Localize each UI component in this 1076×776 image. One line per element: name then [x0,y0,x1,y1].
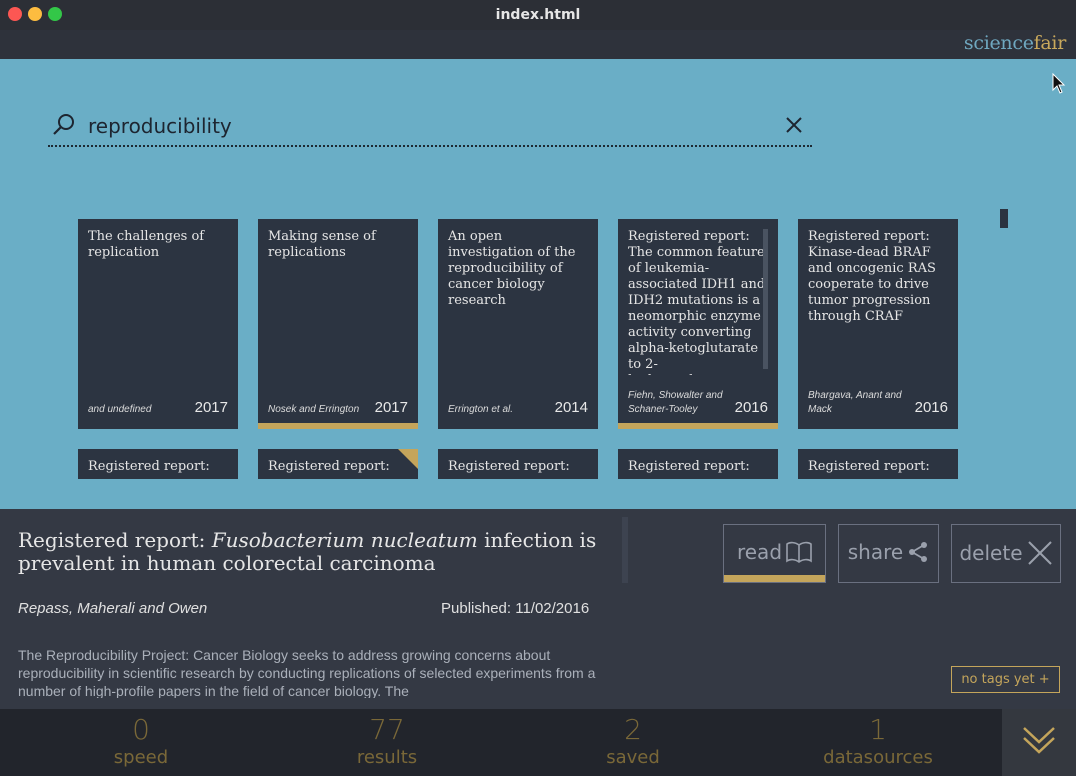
stat-label: speed [113,747,169,768]
stat-label: results [356,747,418,768]
paper-authors: Fiehn, Showalter and Schaner-Tooley [628,390,723,415]
mouse-cursor-icon [1052,73,1066,94]
paper-card[interactable]: Registered report: [798,449,958,479]
brand-part-science: science [963,32,1034,54]
stat-label: datasources [823,747,933,768]
paper-authors: Nosek and Errington [268,404,360,415]
paper-card[interactable]: Registered report: [258,449,418,479]
detail-published-date: Published: 11/02/2016 [441,600,590,617]
stat-value: 77 [369,713,405,746]
paper-year: 2017 [374,399,408,416]
close-icon [1027,541,1052,565]
detail-authors: Repass, Maherali and Owen [18,600,208,617]
brand-logo: sciencefair [964,32,1066,54]
stat-value: 0 [132,713,150,746]
stat-datasources: 1 datasources [803,715,953,769]
saved-indicator [258,423,418,429]
add-tag-button[interactable]: no tags yet + [951,666,1060,693]
paper-title: Making sense of replications [268,229,376,260]
saved-indicator [618,423,778,429]
search-area: The challenges of replication and undefi… [0,59,1076,509]
paper-card[interactable]: Registered report: [438,449,598,479]
stat-results: 77 results [312,715,462,769]
paper-title: Registered report: The common feature of… [628,229,766,375]
paper-authors: Bhargava, Anant and Mack [808,390,902,415]
paper-authors: and undefined [88,404,152,415]
paper-title: Registered report: [448,459,570,474]
search-input[interactable] [88,111,768,141]
share-button-content: share [839,540,938,564]
paper-title: An open investigation of the reproducibi… [448,229,576,308]
paper-title: The challenges of replication [88,229,205,260]
brand-part-fair: fair [1033,32,1067,54]
results-scrollbar[interactable] [1000,209,1008,228]
stat-speed: 0 speed [66,715,216,769]
clear-search-icon[interactable] [784,115,804,135]
paper-card[interactable]: Making sense of replications Nosek and E… [258,219,418,429]
stats-footer: 0 speed 77 results 2 saved 1 datasources [0,709,1076,776]
paper-year: 2017 [194,399,228,416]
paper-year: 2016 [734,399,768,416]
collapse-panel-button[interactable] [1002,709,1076,776]
share-icon [909,542,928,562]
detail-title: Registered report: Fusobacterium nucleat… [18,529,618,575]
detail-title-species: Fusobacterium nucleatum [211,528,478,552]
paper-title: Registered report: [628,459,750,474]
paper-year: 2016 [914,399,948,416]
double-chevron-down-icon [1023,727,1055,754]
window-title: index.html [495,7,581,23]
paper-title: Registered report: Kinase-dead BRAF and … [808,229,936,324]
tag-corner-indicator [398,449,418,469]
search-icon [53,114,74,135]
stat-value: 1 [869,713,887,746]
paper-title: Registered report: [808,459,930,474]
read-button[interactable]: read [723,524,826,583]
share-button[interactable]: share [838,524,939,583]
stat-label: saved [606,747,660,768]
stat-value: 2 [624,713,642,746]
delete-button[interactable]: delete [951,524,1061,583]
book-icon [786,541,812,563]
window-titlebar: index.html [0,0,1076,30]
delete-button-content: delete [952,540,1060,566]
paper-title: Registered report: [268,459,390,474]
paper-title: Registered report: [88,459,210,474]
paper-card[interactable]: An open investigation of the reproducibi… [438,219,598,429]
paper-card[interactable]: Registered report: [78,449,238,479]
paper-detail-panel: Registered report: Fusobacterium nucleat… [0,509,1076,709]
read-button-content: read [724,540,825,564]
paper-card[interactable]: Registered report: [618,449,778,479]
paper-card[interactable]: Registered report: Kinase-dead BRAF and … [798,219,958,429]
stat-saved: 2 saved [558,715,708,769]
read-indicator [724,575,825,582]
share-label: share [847,540,904,564]
detail-abstract: The Reproducibility Project: Cancer Biol… [18,647,596,698]
detail-scrollbar[interactable] [622,517,628,583]
paper-year: 2014 [554,399,588,416]
search-bar [48,107,812,147]
delete-label: delete [959,541,1023,565]
detail-title-prefix: Registered report: [18,528,212,552]
paper-card[interactable]: The challenges of replication and undefi… [78,219,238,429]
paper-authors: Errington et al. [448,404,514,415]
read-label: read [736,540,783,564]
card-scrollbar[interactable] [763,229,768,369]
app-header: sciencefair [0,30,1076,59]
paper-card[interactable]: Registered report: The common feature of… [618,219,778,429]
